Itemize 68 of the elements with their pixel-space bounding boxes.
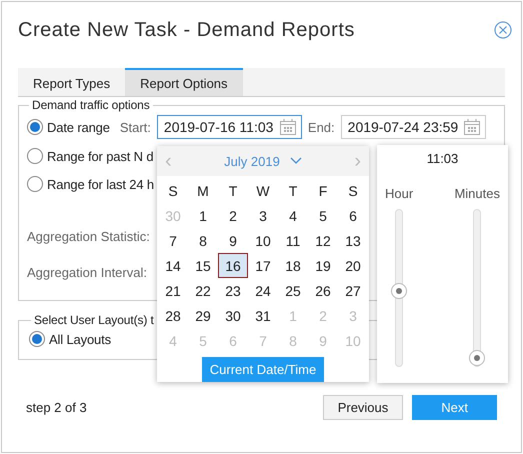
calendar-day[interactable]: 25 <box>278 278 308 303</box>
radio-option[interactable]: Range for last 24 h <box>27 176 154 192</box>
slider-label: Hour <box>385 186 414 201</box>
field-label: Aggregation Statistic: <box>27 228 150 244</box>
weekday-label: T <box>228 182 238 200</box>
slider-thumb[interactable] <box>391 283 408 300</box>
group-legend: Demand traffic options <box>29 98 153 112</box>
weekday-label: M <box>196 182 210 200</box>
calendar-day[interactable]: 24 <box>248 278 278 303</box>
field-label: Aggregation Interval: <box>27 264 147 280</box>
dialog-title: Create New Task - Demand Reports <box>18 18 355 42</box>
calendar-day[interactable]: 2 <box>218 203 248 228</box>
slider-label: Minutes <box>454 186 500 201</box>
calendar-day[interactable]: 15 <box>188 253 218 278</box>
calendar-day[interactable]: 10 <box>248 228 278 253</box>
close-icon[interactable] <box>494 21 512 39</box>
calendar-day[interactable]: 23 <box>218 278 248 303</box>
time-value: 11:03 <box>426 151 458 166</box>
field-label: End: <box>308 120 335 134</box>
radio-icon[interactable] <box>27 176 43 192</box>
calendar-day[interactable]: 20 <box>338 253 368 278</box>
calendar-day[interactable]: 9 <box>218 228 248 253</box>
calendar-day[interactable]: 26 <box>308 278 338 303</box>
calendar-day[interactable]: 4 <box>278 203 308 228</box>
weekday-label: T <box>288 182 298 200</box>
calendar-day[interactable]: 31 <box>248 303 278 328</box>
weekday-label: F <box>318 182 328 200</box>
weekday-label: S <box>167 182 179 200</box>
group-legend: Select User Layout(s) t <box>31 313 157 327</box>
calendar-day[interactable]: 22 <box>188 278 218 303</box>
radio-icon[interactable] <box>27 119 43 135</box>
end-date-field[interactable]: 2019-07-24 23:59 <box>340 115 486 139</box>
calendar-day[interactable]: 18 <box>278 253 308 278</box>
radio-option[interactable]: All Layouts <box>29 331 111 347</box>
radio-option[interactable]: Date range <box>27 119 110 135</box>
calendar-day[interactable]: 27 <box>338 278 368 303</box>
calendar-day[interactable]: 12 <box>308 228 338 253</box>
radio-icon[interactable] <box>27 148 43 164</box>
calendar-day[interactable]: 14 <box>158 253 188 278</box>
field-label: Start: <box>120 120 151 134</box>
calendar-day[interactable]: 30 <box>218 303 248 328</box>
calendar-day[interactable]: 21 <box>158 278 188 303</box>
calendar-day[interactable]: 29 <box>188 303 218 328</box>
calendar-day[interactable]: 16 <box>218 253 248 278</box>
calendar-day[interactable]: 1 <box>188 203 218 228</box>
slider-thumb[interactable] <box>469 350 486 366</box>
calendar-day[interactable]: 17 <box>248 253 278 278</box>
calendar-day[interactable]: 13 <box>338 228 368 253</box>
tab[interactable]: Report Options <box>125 68 243 96</box>
radio-option[interactable]: Range for past N d <box>27 148 154 164</box>
step-text: step 2 of 3 <box>26 400 87 414</box>
calendar-day[interactable]: 6 <box>338 203 368 228</box>
chevron-down-icon[interactable] <box>290 157 302 165</box>
calendar-day[interactable]: 7 <box>158 228 188 253</box>
start-date-field[interactable]: 2019-07-16 11:03 <box>156 115 302 139</box>
calendar-day[interactable]: 8 <box>188 228 218 253</box>
calendar-icon[interactable] <box>462 118 481 136</box>
weekday-label: S <box>347 182 359 200</box>
tab[interactable]: Report Types <box>18 68 126 96</box>
weekday-label: W <box>255 182 271 200</box>
previous-button[interactable]: Previous <box>322 394 404 420</box>
radio-icon[interactable] <box>29 331 45 347</box>
calendar-day[interactable]: 5 <box>308 203 338 228</box>
calendar-day[interactable]: 28 <box>158 303 188 328</box>
calendar-day[interactable]: 19 <box>308 253 338 278</box>
calendar-icon[interactable] <box>278 118 297 136</box>
calendar-day[interactable]: 3 <box>248 203 278 228</box>
calendar-day[interactable]: 11 <box>278 228 308 253</box>
